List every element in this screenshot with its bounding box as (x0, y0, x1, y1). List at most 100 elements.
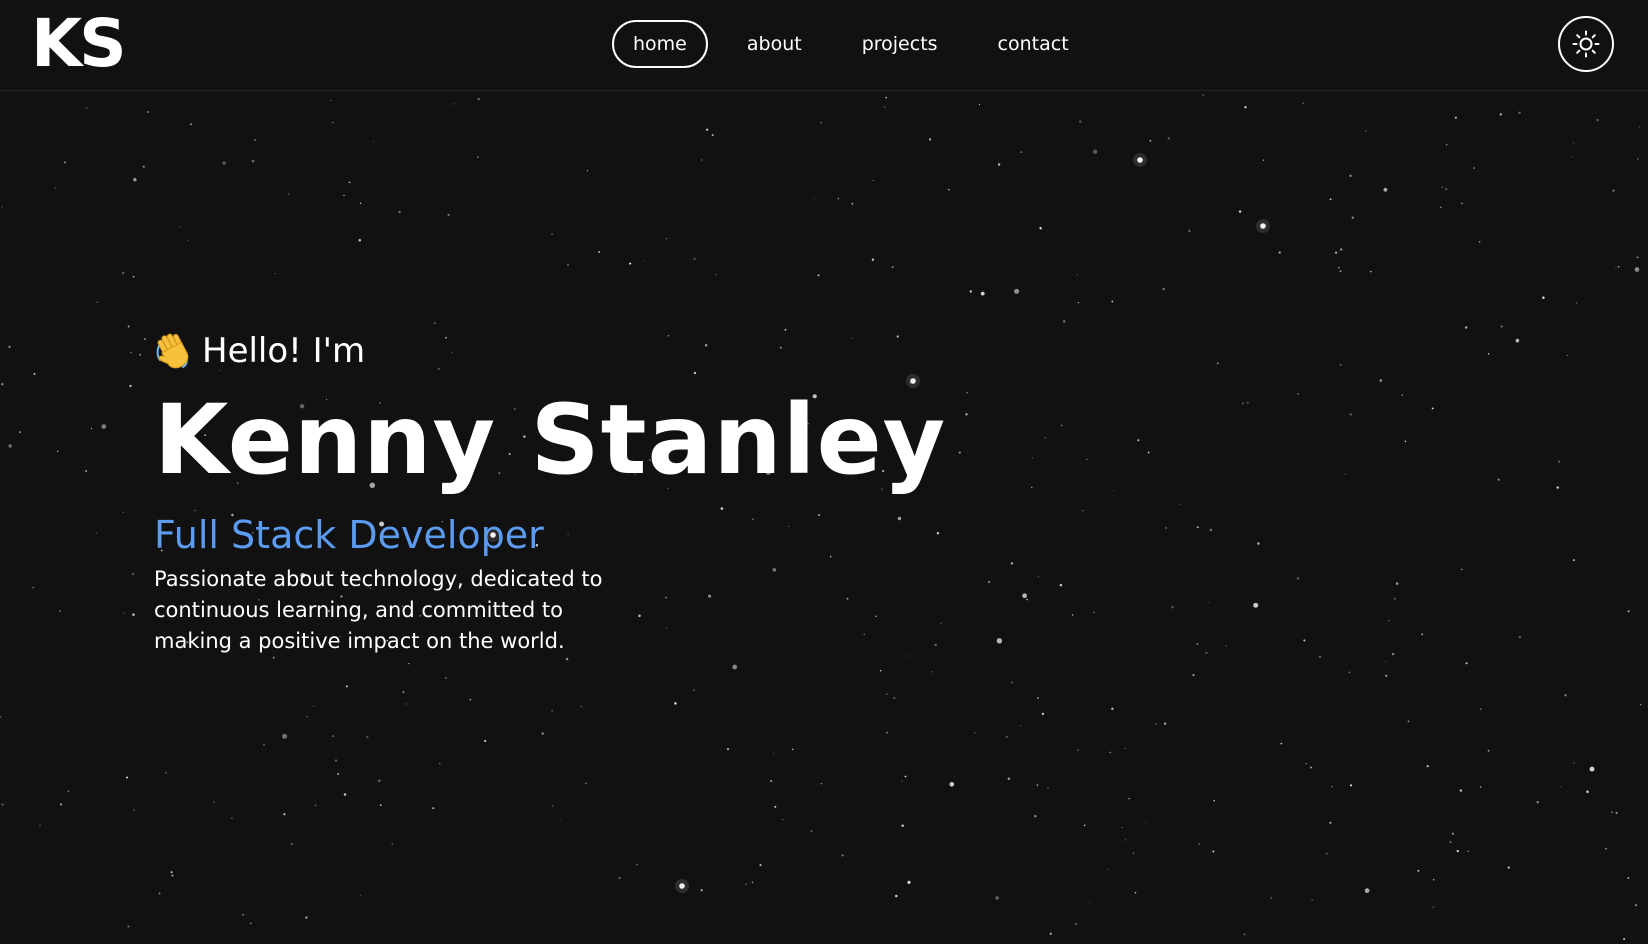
star (1426, 765, 1429, 768)
star (1111, 707, 1114, 710)
star (751, 881, 754, 884)
star (1339, 364, 1342, 366)
star (1216, 362, 1219, 365)
star (1196, 643, 1199, 645)
star (290, 842, 293, 846)
star (1465, 326, 1468, 329)
star (1432, 906, 1435, 908)
star (598, 251, 600, 253)
star (1253, 602, 1259, 608)
star (1395, 582, 1399, 585)
star (1612, 189, 1615, 192)
star (1623, 937, 1626, 941)
star (1329, 198, 1332, 201)
hero-role: Full Stack Developer (154, 513, 544, 557)
star (1005, 735, 1008, 739)
star (966, 391, 968, 394)
star (837, 198, 840, 200)
star (1163, 722, 1167, 725)
star (147, 111, 149, 113)
star (1192, 674, 1195, 677)
star (8, 345, 11, 349)
star (580, 705, 583, 708)
star (1636, 158, 1639, 160)
star (701, 159, 703, 161)
star (1060, 424, 1063, 427)
nav-contact[interactable]: contact (977, 20, 1090, 68)
star (1338, 267, 1340, 269)
star (67, 790, 70, 793)
star (1209, 528, 1213, 532)
star (366, 735, 369, 739)
site-logo[interactable]: KS (31, 6, 127, 82)
nav-about[interactable]: about (726, 20, 823, 68)
star (139, 353, 142, 356)
star (1369, 270, 1372, 273)
nav-home[interactable]: home (612, 20, 708, 68)
star (1479, 786, 1482, 788)
star (1596, 118, 1599, 122)
star (1179, 504, 1181, 506)
star (1627, 610, 1630, 613)
star (551, 709, 553, 712)
star (1456, 849, 1460, 853)
star (305, 916, 308, 919)
star (1280, 742, 1283, 745)
star (665, 237, 668, 240)
star (1515, 338, 1520, 343)
star (565, 657, 569, 661)
star (759, 864, 762, 867)
star (477, 97, 480, 101)
star (312, 705, 315, 707)
star (1497, 478, 1500, 481)
star (1246, 401, 1249, 404)
star (1044, 436, 1047, 439)
star (1213, 799, 1216, 802)
star (1036, 784, 1039, 786)
star (1454, 116, 1457, 119)
star (586, 170, 589, 172)
star (1558, 460, 1561, 463)
star (133, 809, 135, 811)
star (1010, 562, 1014, 565)
star (1391, 652, 1395, 656)
star (1059, 583, 1063, 587)
star (1379, 379, 1383, 382)
star (283, 813, 286, 816)
star (1109, 751, 1112, 754)
star (402, 690, 405, 694)
star (373, 141, 375, 143)
star (1026, 598, 1028, 601)
star (254, 139, 256, 141)
nav-projects[interactable]: projects (841, 20, 959, 68)
star (129, 384, 132, 388)
star (125, 776, 129, 779)
star (95, 532, 97, 534)
star (618, 876, 621, 880)
star (1079, 120, 1082, 123)
star (1365, 130, 1367, 132)
star (54, 187, 56, 189)
main-nav: home about projects contact (612, 20, 1108, 68)
theme-toggle-button[interactable] (1558, 16, 1614, 72)
waving-hand-icon (156, 333, 189, 369)
star (1083, 824, 1086, 827)
star (274, 272, 276, 275)
sun-icon (1572, 30, 1600, 58)
star (700, 889, 703, 892)
hero-name: Kenny Stanley (154, 384, 947, 496)
star (541, 732, 544, 735)
star (85, 470, 88, 472)
star (1149, 139, 1152, 142)
star (1011, 681, 1014, 684)
star (1212, 850, 1215, 853)
star (1329, 821, 1332, 824)
star (282, 733, 288, 739)
star (1036, 696, 1040, 699)
star (1445, 144, 1448, 146)
star (1615, 811, 1618, 814)
star (1022, 593, 1027, 599)
star (359, 894, 362, 897)
star (791, 748, 794, 751)
star (1062, 320, 1066, 323)
